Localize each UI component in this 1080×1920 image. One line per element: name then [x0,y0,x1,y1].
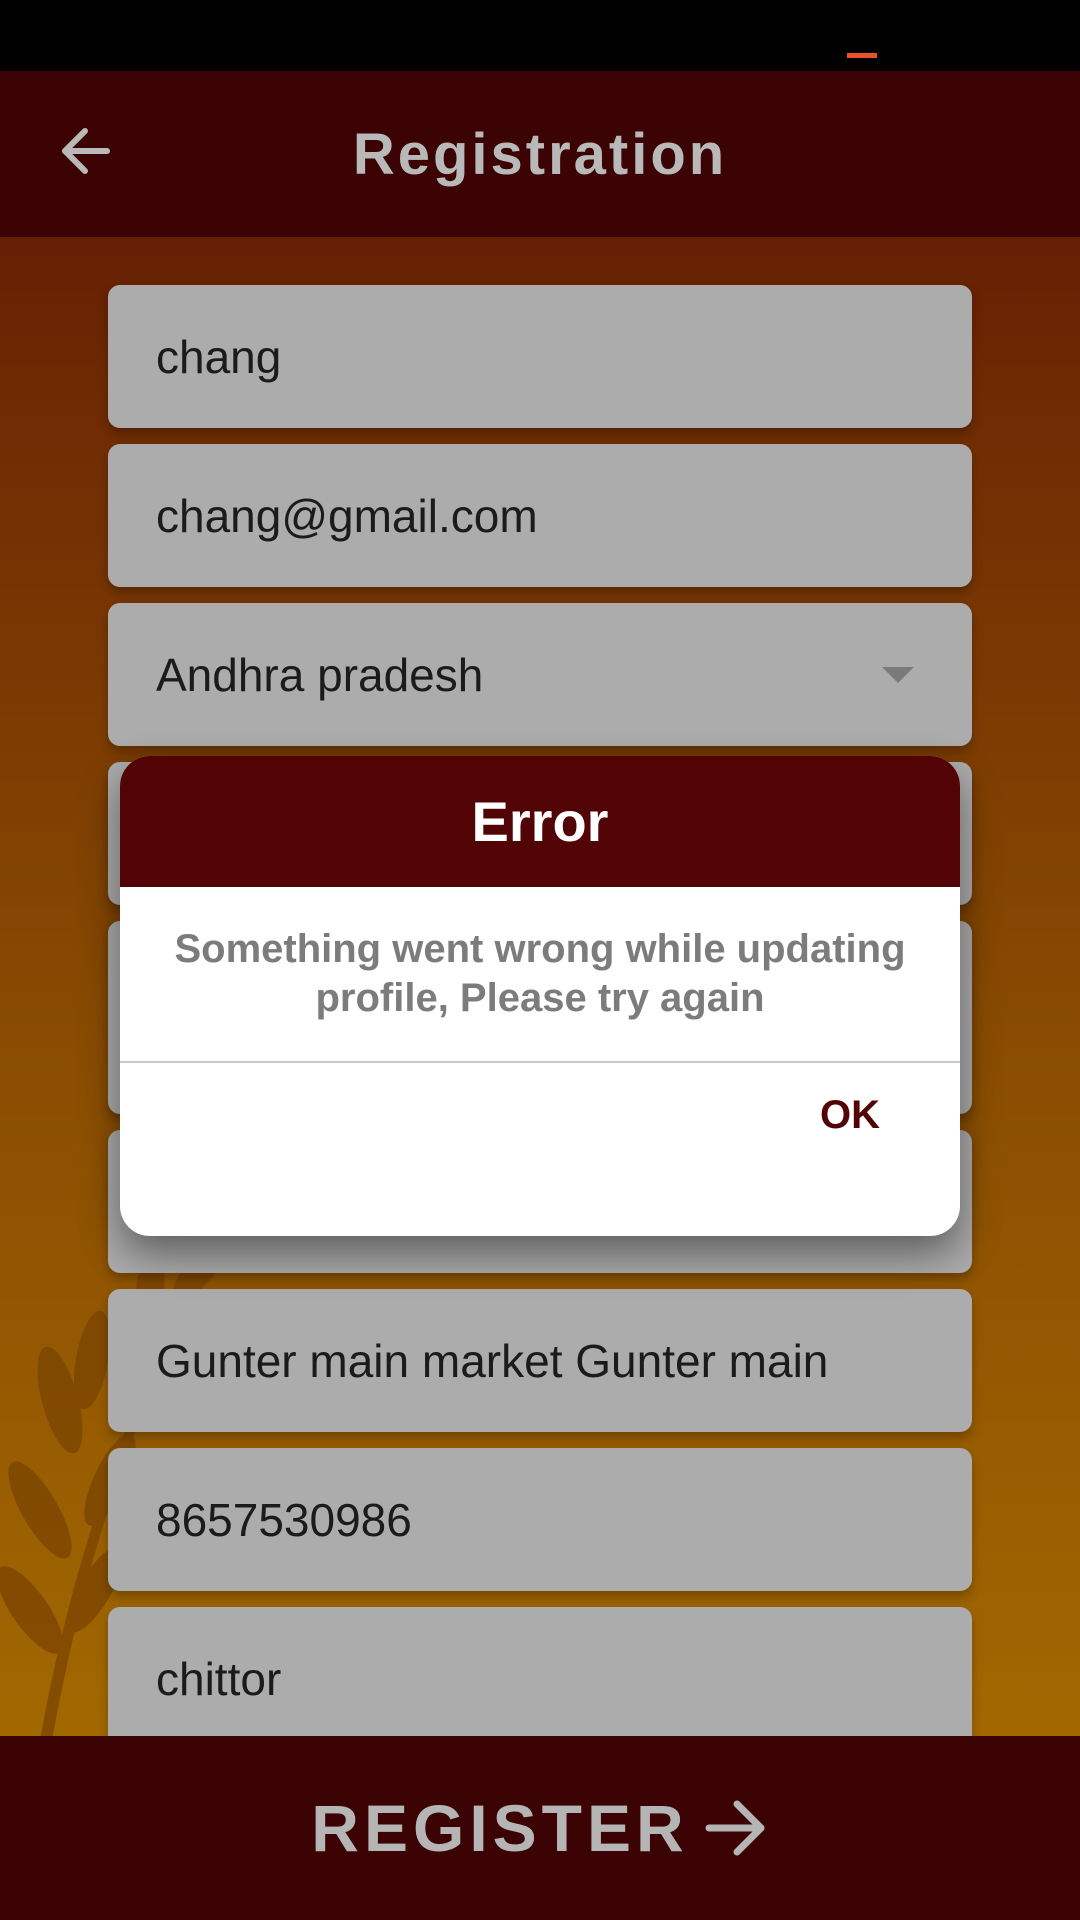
dialog-message: Something went wrong while updating prof… [174,927,906,1020]
registration-screen: Registration chang chang@gmail.com Andhr… [0,0,1080,1920]
dialog-title: Error [120,756,960,887]
ok-button[interactable]: OK [810,1085,890,1146]
error-dialog: Error Something went wrong while updatin… [120,756,960,1236]
dialog-actions: OK [120,1063,960,1236]
